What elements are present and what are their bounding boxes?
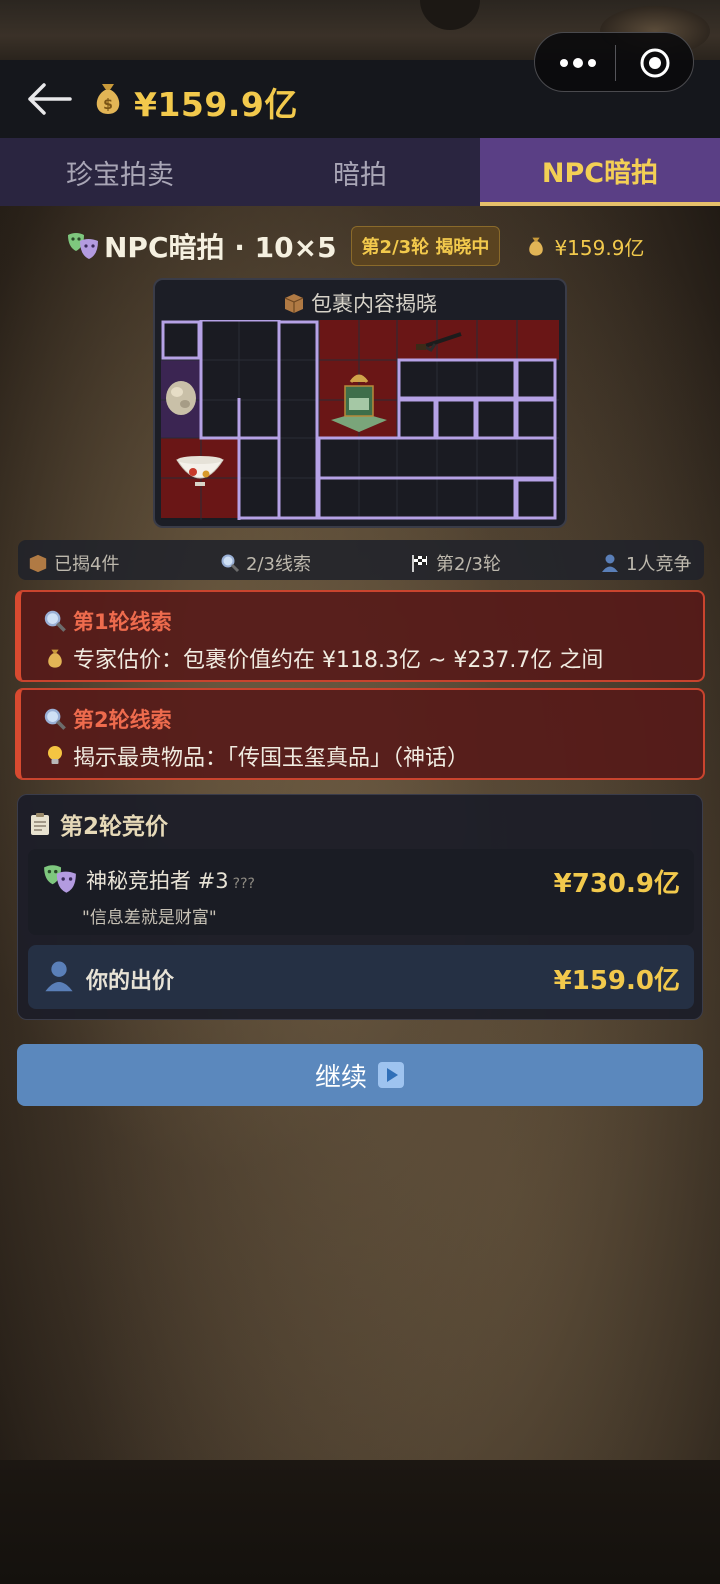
- package-reveal-panel: 包裹内容揭晓: [153, 278, 567, 528]
- stats-bar: 已揭4件 2/3线索 第2/3轮 1人竞争: [18, 540, 704, 580]
- my-bid-row: 你的出价 ¥159.0亿: [28, 945, 694, 1009]
- money-bag-icon: [529, 237, 544, 256]
- theater-masks-icon: [68, 233, 98, 259]
- stat-clues-text: 2/3线索: [246, 554, 311, 575]
- mini-program-capsule: [534, 32, 694, 92]
- rock-ore-icon: [166, 381, 196, 415]
- tab-npc-blind-auction[interactable]: NPC暗拍: [480, 138, 720, 206]
- package-box-icon: [29, 554, 47, 573]
- clipboard-icon: [31, 813, 49, 835]
- npc-quote: "信息差就是财富": [82, 908, 217, 928]
- magnifier-icon: [44, 708, 66, 730]
- tab-treasure-auction[interactable]: 珍宝拍卖: [0, 138, 240, 206]
- stat-competitors-text: 1人竞争: [626, 554, 692, 575]
- checkered-flag-icon: [412, 555, 427, 572]
- round-status-badge: 第2/3轮 揭晓中: [350, 226, 501, 266]
- clue-card-round-1: 第1轮线索 专家估价：包裹价值约在 ¥118.3亿 ~ ¥237.7亿 之间: [15, 590, 705, 682]
- clue-body-text: 揭示最贵物品：「传国玉玺真品」（神话）: [73, 746, 470, 771]
- clue-body: 揭示最贵物品：「传国玉玺真品」（神话）: [43, 740, 469, 772]
- stat-revealed: 已揭4件: [28, 550, 119, 576]
- background-decor: [420, 0, 480, 30]
- clue-heading-text: 第2轮线索: [73, 708, 172, 732]
- money-bag-icon: $: [96, 84, 120, 114]
- svg-text:$: $: [103, 97, 113, 113]
- user-silhouette-icon: [45, 961, 73, 992]
- user-silhouette-icon: [602, 554, 618, 572]
- npc-tag: ???: [232, 876, 255, 892]
- lightbulb-icon: [48, 746, 62, 764]
- more-dots-icon[interactable]: [555, 51, 601, 75]
- bidding-heading: 第2轮竞价: [28, 807, 168, 841]
- bidding-panel: 第2轮竞价 神秘竞拍者 #3??? "信息差就是财富" ¥730.9亿 你的出价…: [17, 794, 703, 1020]
- package-title: 包裹内容揭晓: [155, 288, 565, 318]
- stat-revealed-text: 已揭4件: [54, 554, 120, 575]
- background-bottom-strip: [0, 1460, 720, 1584]
- package-grid: [161, 320, 559, 520]
- balance-small: ¥159.9亿: [554, 235, 645, 260]
- magnifier-icon: [221, 554, 240, 573]
- clue-body: 专家估价：包裹价值约在 ¥118.3亿 ~ ¥237.7亿 之间: [43, 642, 603, 674]
- stat-round-text: 第2/3轮: [436, 554, 501, 575]
- clue-card-round-2: 第2轮线索 揭示最贵物品：「传国玉玺真品」（神话）: [15, 688, 705, 780]
- clue-heading: 第1轮线索: [43, 606, 172, 636]
- target-circle-icon[interactable]: [639, 47, 671, 79]
- clue-body-text: 专家估价：包裹价值约在 ¥118.3亿 ~ ¥237.7亿 之间: [73, 648, 604, 673]
- balance-value: ¥159.9亿: [134, 85, 298, 124]
- tab-blind-auction[interactable]: 暗拍: [240, 138, 480, 206]
- magnifier-icon: [44, 610, 66, 632]
- continue-button[interactable]: 继续: [17, 1044, 703, 1106]
- tab-bar: 珍宝拍卖 暗拍 NPC暗拍: [0, 138, 720, 206]
- my-bid-label: 你的出价: [86, 969, 175, 994]
- page-title: NPC暗拍 · 10×5: [104, 231, 337, 264]
- stat-competitors: 1人竞争: [600, 550, 691, 576]
- npc-name: 神秘竞拍者 #3???: [86, 865, 255, 895]
- package-box-icon: [284, 294, 304, 313]
- npc-name-text: 神秘竞拍者 #3: [86, 869, 229, 893]
- continue-label: 继续: [314, 1062, 367, 1093]
- npc-bid-price: ¥730.9亿: [553, 869, 680, 899]
- play-button-icon: [378, 1062, 404, 1088]
- stat-clues: 2/3线索: [220, 550, 311, 576]
- auction-title-row: NPC暗拍 · 10×5 第2/3轮 揭晓中 ¥159.9亿: [66, 224, 666, 268]
- clue-heading: 第2轮线索: [43, 704, 172, 734]
- money-bag-icon: [48, 649, 62, 668]
- my-bid-price: ¥159.0亿: [553, 966, 680, 996]
- npc-bid-row: 神秘竞拍者 #3??? "信息差就是财富" ¥730.9亿: [28, 849, 694, 935]
- stat-round: 第2/3轮: [410, 550, 501, 576]
- theater-masks-icon: [44, 865, 76, 893]
- package-title-text: 包裹内容揭晓: [311, 292, 437, 316]
- back-arrow-icon[interactable]: [26, 82, 72, 116]
- capsule-divider: [615, 45, 616, 81]
- clue-heading-text: 第1轮线索: [73, 610, 172, 634]
- bidding-heading-text: 第2轮竞价: [60, 814, 169, 840]
